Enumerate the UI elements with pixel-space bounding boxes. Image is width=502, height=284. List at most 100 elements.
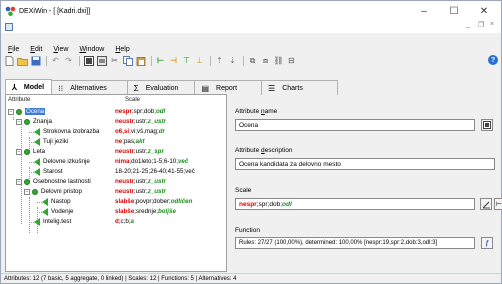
tab-charts-label: Charts <box>282 84 303 92</box>
link-attribute-icon[interactable]: ⛓ <box>273 56 284 67</box>
close-button[interactable]: ✕ <box>469 1 499 21</box>
basic-leaf-icon <box>34 138 40 146</box>
tree-row-znanja[interactable]: − Znanja neustr;ustr;z_ustr <box>6 117 226 127</box>
mdi-minimize-button[interactable]: _ <box>466 21 470 28</box>
prune-icon[interactable]: ⊟ <box>286 56 297 67</box>
mdi-close-button[interactable]: × <box>490 21 494 28</box>
edit-scale-button[interactable] <box>480 198 492 210</box>
scale-range-button[interactable]: ⊢ <box>494 198 502 210</box>
tree-row-nastop[interactable]: Nastop slabše;povpr;dober;odličen <box>6 197 226 207</box>
tab-model[interactable]: ⅄ Model <box>5 79 53 95</box>
attribute-name-field[interactable]: Ocena <box>235 119 475 131</box>
tree-row-vodenje[interactable]: Vodenje slabše;srednje;boljše <box>6 207 226 217</box>
menu-file[interactable]: File <box>3 46 25 53</box>
tree-row-intelig-test[interactable]: Intelig.test d;c;b;a <box>6 217 226 227</box>
menu-window[interactable]: Window <box>74 46 110 53</box>
tree-row-delovni-pristop[interactable]: − Delovni pristop neustr;ustr;z_ustr <box>6 187 226 197</box>
properties-icon[interactable] <box>83 56 94 67</box>
app-logo-icon <box>5 6 16 17</box>
scale-value: neustr;ustr;z_ustr <box>115 178 166 185</box>
function-field[interactable]: Rules: 27/27 (100,00%), determined: 100,… <box>235 237 475 249</box>
tree-row-leta[interactable]: − Leta neustr;ustr;z_spr <box>6 147 226 157</box>
attribute-label: Leta <box>33 148 46 155</box>
duplicate-attribute-icon[interactable]: ⊥ <box>194 56 205 67</box>
scale-value: o6,si;vi;vš,mag;dr <box>115 128 165 135</box>
basic-leaf-icon <box>34 168 40 176</box>
menu-help[interactable]: Help <box>110 46 135 53</box>
attribute-label: Delovne izkušnje <box>43 158 90 165</box>
help-icon[interactable]: ? <box>488 55 498 65</box>
new-file-icon[interactable] <box>4 56 15 67</box>
toolbar-separator <box>46 56 47 66</box>
paste-icon[interactable] <box>135 56 146 67</box>
basic-leaf-icon <box>34 158 40 166</box>
collapse-icon[interactable]: − <box>24 189 30 195</box>
basic-leaf-icon <box>34 218 40 226</box>
insert-attribute-icon[interactable]: ⊤ <box>181 56 192 67</box>
move-down-icon[interactable]: ⇣ <box>227 56 238 67</box>
scale-field[interactable]: nespr;spr;dob;odl <box>235 198 475 210</box>
paste-subtree-icon[interactable]: ⧈ <box>260 56 271 67</box>
scale-value: slabše;srednje;boljše <box>115 208 176 215</box>
scale-value: slabše;povpr;dober;odličen <box>115 198 193 205</box>
save-icon[interactable] <box>30 56 41 67</box>
attribute-label: Osebnostne lastnosti <box>33 178 91 185</box>
scale-value: neustr;ustr;z_spr <box>115 148 164 155</box>
attribute-description-field[interactable]: Ocena kandidata za delovno mesto <box>235 158 495 170</box>
tab-alternatives[interactable]: ⁝⁝ Alternatives <box>51 80 128 95</box>
model-view-icon[interactable] <box>96 56 107 67</box>
maximize-button[interactable]: ☐ <box>439 1 469 21</box>
model-tree-icon: ⅄ <box>12 83 17 92</box>
mdi-document-icon[interactable] <box>5 23 13 31</box>
column-attribute[interactable]: Attribute <box>8 97 30 103</box>
tree-row-osebnostne-lastnosti[interactable]: − Osebnostne lastnosti neustr;ustr;z_ust… <box>6 177 226 187</box>
tab-model-label: Model <box>23 84 45 91</box>
tab-evaluation[interactable]: Σ Evaluation <box>126 80 196 95</box>
dialog-icon <box>483 121 491 129</box>
add-attribute-icon[interactable]: ⊢ <box>155 56 166 67</box>
toolbar: ↶ ↷ ✂ ⊢ ⊣ ⊤ ⊥ ⇡ ⇣ ⧉ ⧈ ⛓ ⊟ <box>1 54 501 68</box>
menu-edit[interactable]: Edit <box>25 46 48 53</box>
copy-icon[interactable] <box>122 56 133 67</box>
attribute-label: Strokovna izobrazba <box>43 128 100 135</box>
edit-name-button[interactable] <box>481 119 493 131</box>
add-child-attribute-icon[interactable]: ⊣ <box>168 56 179 67</box>
edit-scale-icon <box>482 201 490 208</box>
collapse-icon[interactable]: − <box>8 109 14 115</box>
attribute-label: Delovni pristop <box>41 188 82 195</box>
menu-view[interactable]: View <box>48 46 74 53</box>
tab-report-label: Report <box>216 84 238 92</box>
tree-header: Attribute Scale <box>8 97 226 106</box>
mdi-restore-button[interactable]: ❐ <box>478 21 484 29</box>
charts-icon: ☰ <box>268 83 276 93</box>
scale-value: 18-20;21-25;26-40;41-55;več <box>115 168 195 175</box>
collapse-icon[interactable]: − <box>16 179 22 185</box>
tree-row-ocena[interactable]: − Ocena nespr;spr;dob;odl <box>6 107 226 117</box>
attribute-label: Vodenje <box>51 208 74 215</box>
open-folder-icon[interactable] <box>17 56 28 67</box>
undo-icon[interactable]: ↶ <box>50 56 61 67</box>
view-tabs: ⅄ Model ⁝⁝ Alternatives Σ Evaluation ▤ R… <box>5 79 338 95</box>
cut-icon[interactable]: ✂ <box>109 56 120 67</box>
attribute-tree[interactable]: Attribute Scale − Ocena nespr;spr;dob;od… <box>5 94 227 272</box>
range-icon: ⊢ <box>495 201 502 208</box>
tree-row-starost[interactable]: Starost 18-20;21-25;26-40;41-55;več <box>6 167 226 177</box>
move-up-icon[interactable]: ⇡ <box>214 56 225 67</box>
basic-leaf-icon <box>42 198 48 206</box>
minimize-button[interactable]: – <box>409 1 439 21</box>
copy-subtree-icon[interactable]: ⧉ <box>247 56 258 67</box>
edit-function-button[interactable]: f <box>481 237 493 249</box>
tree-row-tuji-jeziki[interactable]: Tuji jeziki ne;pas;akt <box>6 137 226 147</box>
tree-row-delovne-izkusnje[interactable]: Delovne izkušnje nima;do1leto;1-5;6-10;v… <box>6 157 226 167</box>
attribute-details-panel: Attribute name Ocena Attribute descripti… <box>231 94 502 272</box>
scale-value: neustr;ustr;z_ustr <box>115 188 166 195</box>
tab-charts[interactable]: ☰ Charts <box>261 80 338 95</box>
collapse-icon[interactable]: − <box>16 149 22 155</box>
column-scale[interactable]: Scale <box>125 97 140 103</box>
tree-row-strokovna-izobrazba[interactable]: Strokovna izobrazba o6,si;vi;vš,mag;dr <box>6 127 226 137</box>
redo-icon[interactable]: ↷ <box>63 56 74 67</box>
tab-report[interactable]: ▤ Report <box>194 80 263 95</box>
scale-value: ne;pas;akt <box>115 138 145 145</box>
collapse-icon[interactable]: − <box>16 119 22 125</box>
attribute-label: Ocena <box>25 108 46 115</box>
